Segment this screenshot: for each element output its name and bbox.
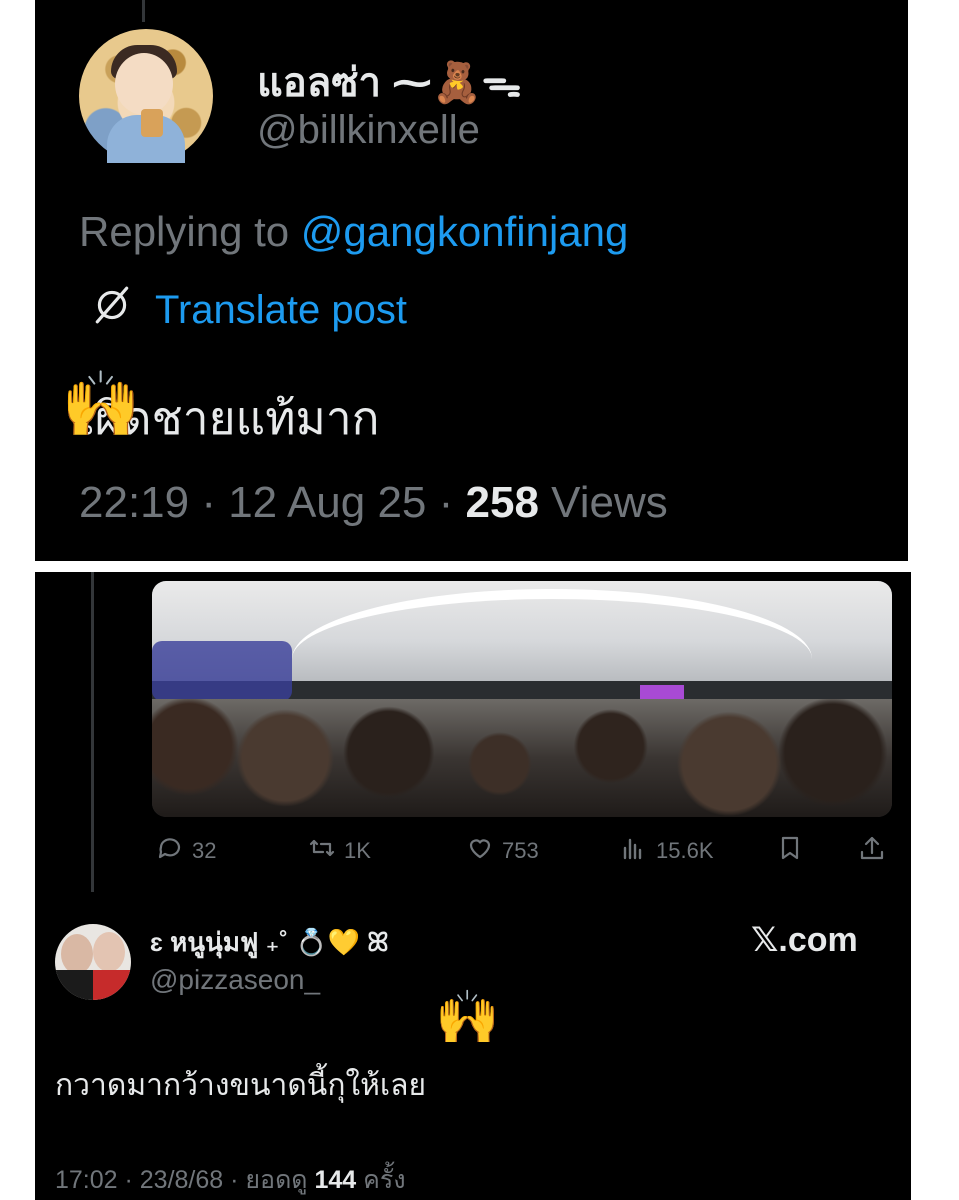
translate-label: Translate post [155,287,407,332]
views-count: 144 [314,1166,357,1194]
repost-icon [308,834,336,868]
tweet-photo[interactable] [152,581,892,817]
heart-icon [466,834,494,868]
views-label: Views [538,478,668,527]
x-com-watermark: 𝕏.com [751,921,858,959]
thread-line [142,0,145,22]
bottom-tweet-panel: 32 1K 753 15.6K ɛ หนูนุ่มฟู ₊˚ 💍💛 ꕤ @piz… [35,572,911,1200]
views-count: 258 [465,478,539,527]
repost-count: 1K [344,838,371,863]
raising-hands-emoji: 🙌 [435,989,500,1047]
replying-mention-link[interactable]: @gangkonfinjang [301,208,629,255]
raising-hands-emoji: 🙌 [61,368,141,440]
tweet-meta: 17:02 · 23/8/68 · ยอดดู 144 ครั้ง [55,1160,406,1200]
bar-chart-icon [620,834,648,868]
replying-prefix: Replying to [79,208,290,255]
user-handle[interactable]: @billkinxelle [257,108,480,153]
bookmark-button[interactable] [776,834,804,868]
display-name[interactable]: ɛ หนูนุ่มฟู ₊˚ 💍💛 ꕤ [150,922,389,963]
tweet-actions: 32 1K 753 15.6K [152,834,892,874]
avatar[interactable] [79,29,213,163]
reply-count: 32 [192,838,217,863]
timestamp: 17:02 · 23/8/68 · ยอดดู [55,1166,315,1194]
display-name[interactable]: แอลซ่า ⁓🧸ᯓ [257,50,521,114]
share-icon [858,834,886,868]
avatar[interactable] [55,924,131,1000]
translate-post-button[interactable]: Translate post [91,284,407,336]
views-label: ครั้ง [356,1166,406,1194]
tweet-text: กวาดมากว้างขนาดนี้กุให้เลย [55,1069,427,1102]
like-count: 753 [502,838,539,863]
views-button[interactable]: 15.6K [620,834,714,868]
replying-to: Replying to @gangkonfinjang [79,208,628,256]
translate-icon [91,284,133,336]
reply-button[interactable]: 32 [156,834,216,868]
thread-line [91,572,94,892]
views-count: 15.6K [656,838,714,863]
user-handle[interactable]: @pizzaseon_ [150,964,320,996]
tweet-meta: 22:19 · 12 Aug 25 · 258 Views [79,478,668,528]
share-button[interactable] [858,834,886,868]
repost-button[interactable]: 1K [308,834,371,868]
like-button[interactable]: 753 [466,834,539,868]
top-tweet-panel: แอลซ่า ⁓🧸ᯓ @billkinxelle Replying to @ga… [35,0,908,561]
reply-icon [156,834,184,868]
bookmark-icon [776,834,804,868]
timestamp: 22:19 · 12 Aug 25 · [79,478,466,527]
